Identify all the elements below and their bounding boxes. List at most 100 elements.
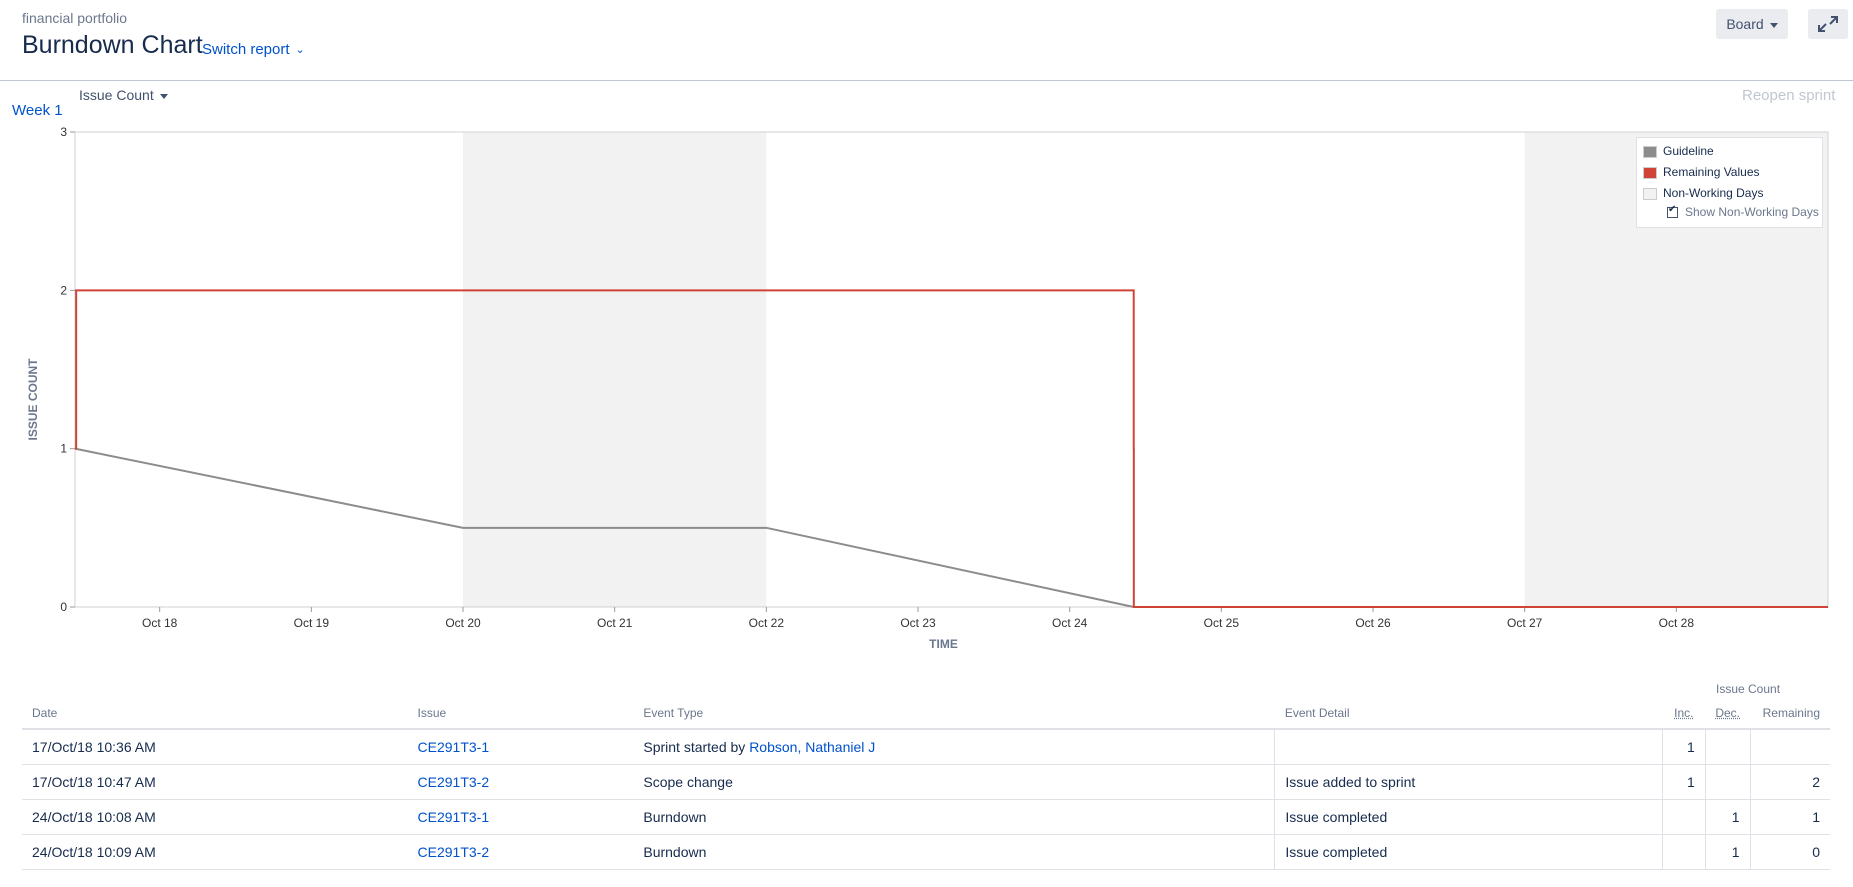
issue-link[interactable]: CE291T3-2: [418, 774, 490, 790]
col-event-type: Event Type: [633, 680, 1275, 730]
non-working-band: [463, 132, 767, 607]
col-dec: Dec.: [1705, 680, 1750, 730]
table-row: 24/Oct/18 10:09 AM CE291T3-2 Burndown Issue…: [22, 834, 1830, 870]
cell-remaining: [1749, 729, 1830, 765]
x-tick-label: Oct 19: [294, 616, 330, 630]
inc-abbr: Inc.: [1674, 706, 1694, 720]
cell-event-detail: [1274, 729, 1663, 765]
board-button[interactable]: Board: [1716, 9, 1788, 39]
issue-link[interactable]: CE291T3-1: [418, 739, 490, 755]
cell-date: 24/Oct/18 10:09 AM: [22, 834, 408, 870]
cell-dec: [1704, 729, 1750, 765]
x-tick-label: Oct 21: [597, 616, 633, 630]
x-axis-title: TIME: [929, 637, 958, 651]
x-tick-label: Oct 22: [749, 616, 785, 630]
y-tick-label: 1: [60, 442, 67, 456]
y-tick-label: 2: [60, 283, 67, 297]
col-issue: Issue: [407, 680, 634, 730]
issue-link[interactable]: CE291T3-2: [418, 844, 490, 860]
cell-inc: [1661, 834, 1706, 870]
cell-event-type: Burndown: [633, 834, 1275, 870]
burndown-chart: 0 1 2 3 Oct 18 Oct 19 Oct 20 Oct 21 Oct 22 Oct 23…: [26, 125, 1829, 651]
y-tick-label: 3: [60, 125, 67, 139]
cell-date: 24/Oct/18 10:08 AM: [22, 799, 408, 835]
cell-event-detail: Issue completed: [1274, 834, 1663, 870]
cell-inc: [1661, 799, 1706, 835]
page-title: Burndown Chart: [22, 31, 203, 59]
switch-report-label: Switch report: [202, 41, 290, 58]
event-type-text: Burndown: [643, 809, 707, 825]
date-text: 17/Oct/18 10:36 AM: [32, 739, 156, 755]
issue-link[interactable]: CE291T3-1: [418, 809, 490, 825]
checkbox-checked-icon: [1667, 204, 1678, 219]
y-axis-title: ISSUE COUNT: [26, 358, 40, 441]
event-type-text: Scope change: [643, 774, 733, 790]
cell-event-type: Scope change: [633, 764, 1275, 800]
statistic-label: Issue Count: [79, 87, 154, 103]
legend-item-non-working: Non-Working Days: [1643, 185, 1763, 201]
remaining-value: 1: [1812, 809, 1820, 825]
inc-value: 1: [1687, 739, 1695, 755]
cell-remaining: 1: [1749, 799, 1830, 835]
cell-inc: 1: [1661, 764, 1706, 800]
table-body: 17/Oct/18 10:36 AM CE291T3-1 Sprint starte…: [22, 729, 1830, 870]
event-detail-text: Issue added to sprint: [1285, 774, 1416, 790]
y-tick-label: 0: [60, 600, 67, 614]
x-tick-label: Oct 23: [900, 616, 936, 630]
x-tick-label: Oct 20: [445, 616, 481, 630]
col-remaining: Remaining: [1750, 680, 1830, 730]
reopen-sprint-button[interactable]: Reopen sprint: [1742, 87, 1835, 104]
cell-inc: 1: [1661, 729, 1706, 765]
event-type-text: Sprint started by: [643, 739, 750, 755]
remaining-value: 0: [1812, 844, 1820, 860]
table-row: 24/Oct/18 10:08 AM CE291T3-1 Burndown Issue…: [22, 799, 1830, 835]
cell-issue: CE291T3-2: [407, 764, 634, 800]
event-detail-text: Issue completed: [1285, 844, 1388, 860]
caret-down-icon: [159, 93, 168, 99]
remaining-swatch: [1643, 166, 1657, 179]
x-tick-label: Oct 25: [1204, 616, 1240, 630]
cell-dec: 1: [1704, 834, 1750, 870]
chevron-down-icon: ⌄: [295, 44, 305, 56]
legend-item-remaining: Remaining Values: [1643, 164, 1760, 180]
show-non-working-label: Show Non-Working Days: [1685, 205, 1819, 219]
cell-issue: CE291T3-2: [407, 834, 634, 870]
user-link[interactable]: Robson, Nathaniel J: [749, 739, 875, 755]
x-tick-label: Oct 24: [1052, 616, 1088, 630]
sprint-events-table: Date Issue Event Type Event Detail Inc. …: [22, 680, 1830, 870]
cell-issue: CE291T3-1: [407, 729, 634, 765]
cell-event-detail: Issue added to sprint: [1274, 764, 1663, 800]
cell-date: 17/Oct/18 10:36 AM: [22, 729, 408, 765]
expand-icon: [1818, 16, 1838, 32]
statistic-dropdown[interactable]: Issue Count: [79, 87, 168, 103]
col-date: Date: [22, 680, 408, 730]
table-row: 17/Oct/18 10:36 AM CE291T3-1 Sprint starte…: [22, 729, 1830, 765]
cell-event-type: Burndown: [633, 799, 1275, 835]
cell-dec: 1: [1704, 799, 1750, 835]
cell-dec: [1704, 764, 1750, 800]
x-tick-label: Oct 26: [1355, 616, 1391, 630]
cell-issue: CE291T3-1: [407, 799, 634, 835]
col-inc: Inc.: [1662, 680, 1706, 730]
switch-report-link[interactable]: Switch report ⌄: [202, 41, 305, 58]
dec-abbr: Dec.: [1715, 706, 1740, 720]
date-text: 17/Oct/18 10:47 AM: [32, 774, 156, 790]
x-tick-label: Oct 18: [142, 616, 178, 630]
cell-event-type: Sprint started by Robson, Nathaniel J: [633, 729, 1275, 765]
date-text: 24/Oct/18 10:09 AM: [32, 844, 156, 860]
x-tick-label: Oct 28: [1659, 616, 1695, 630]
col-event-detail: Event Detail: [1274, 680, 1663, 730]
cell-remaining: 2: [1749, 764, 1830, 800]
expand-button[interactable]: [1808, 9, 1848, 39]
chart-legend: Guideline Remaining Values Non-Working D…: [1636, 137, 1823, 228]
project-name: financial portfolio: [22, 10, 128, 26]
report-header: financial portfolio Burndown Chart Switc…: [0, 0, 1853, 81]
event-type-text: Burndown: [643, 844, 707, 860]
show-non-working-days-checkbox[interactable]: Show Non-Working Days: [1667, 204, 1819, 219]
cell-remaining: 0: [1749, 834, 1830, 870]
dec-value: 1: [1731, 809, 1740, 825]
cell-date: 17/Oct/18 10:47 AM: [22, 764, 408, 800]
cell-event-detail: Issue completed: [1274, 799, 1663, 835]
event-detail-text: Issue completed: [1285, 809, 1388, 825]
legend-item-guideline: Guideline: [1643, 143, 1714, 159]
